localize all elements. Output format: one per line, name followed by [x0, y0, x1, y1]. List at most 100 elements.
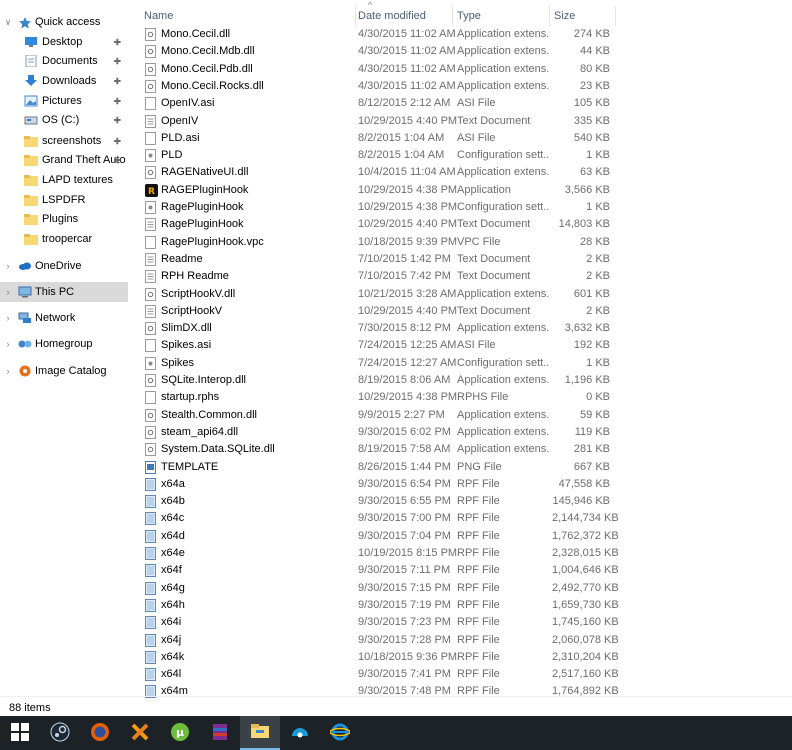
- pin-icon[interactable]: ✖: [110, 134, 123, 147]
- file-date-modified: 9/30/2015 7:41 PM: [358, 668, 451, 681]
- file-row[interactable]: x64c 9/30/2015 7:00 PM RPF File 2,144,734 K…: [128, 510, 792, 527]
- file-row[interactable]: x64f 9/30/2015 7:11 PM RPF File 1,004,646 K…: [128, 562, 792, 579]
- file-row[interactable]: System.Data.SQLite.dll 8/19/2015 7:58 AM A…: [128, 441, 792, 458]
- file-row[interactable]: SQLite.Interop.dll 8/19/2015 8:06 AM Appli…: [128, 372, 792, 389]
- file-row[interactable]: x64g 9/30/2015 7:15 PM RPF File 2,492,770 K…: [128, 580, 792, 597]
- pin-icon[interactable]: ✖: [110, 113, 123, 126]
- file-row[interactable]: PLD 8/2/2015 1:04 AM Configuration sett...…: [128, 147, 792, 164]
- nav-item-desktop[interactable]: Desktop ✖: [0, 32, 128, 52]
- taskbar-utorrent-button[interactable]: µ: [160, 716, 200, 750]
- file-size: 47,558 KB: [558, 477, 610, 490]
- pin-icon[interactable]: ✖: [110, 35, 123, 48]
- taskbar-x-app-button[interactable]: [120, 716, 160, 750]
- nav-item-lspdfr[interactable]: LSPDFR: [0, 190, 128, 210]
- column-name-header[interactable]: Name: [140, 6, 356, 26]
- file-date-modified: 9/9/2015 2:27 PM: [358, 408, 445, 421]
- file-row[interactable]: SlimDX.dll 7/30/2015 8:12 PM Application e…: [128, 320, 792, 337]
- column-type-header[interactable]: Type: [453, 6, 550, 26]
- file-size: 3,632 KB: [564, 322, 610, 335]
- drive-icon: [24, 114, 38, 126]
- file-row[interactable]: Mono.Cecil.Mdb.dll 4/30/2015 11:02 AM Appl…: [128, 43, 792, 60]
- taskbar-steam-button[interactable]: [40, 716, 80, 750]
- file-row[interactable]: Spikes.asi 7/24/2015 12:25 AM ASI File 192 …: [128, 337, 792, 354]
- file-row[interactable]: RPH Readme 7/10/2015 7:42 PM Text Document…: [128, 268, 792, 285]
- nav-item-homegroup[interactable]: › Homegroup: [0, 334, 128, 354]
- nav-item-downloads[interactable]: Downloads ✖: [0, 71, 128, 91]
- column-date-header[interactable]: Date modified: [354, 6, 453, 26]
- taskbar-winrar-button[interactable]: [200, 716, 240, 750]
- nav-item-this-pc[interactable]: › This PC: [0, 282, 128, 302]
- nav-item-documents[interactable]: Documents ✖: [0, 51, 128, 71]
- navigation-pane[interactable]: ∨ Quick access Desktop ✖ Documents ✖ Downloads…: [0, 0, 128, 695]
- nav-item-pictures[interactable]: Pictures ✖: [0, 91, 128, 111]
- file-row[interactable]: RagePluginHook.vpc 10/18/2015 9:39 PM VPC …: [128, 234, 792, 251]
- chevron-right-icon[interactable]: ›: [3, 287, 13, 297]
- file-row[interactable]: PLD.asi 8/2/2015 1:04 AM ASI File 540 KB: [128, 130, 792, 147]
- taskbar-file-explorer-button[interactable]: [240, 716, 280, 750]
- file-row[interactable]: x64d 9/30/2015 7:04 PM RPF File 1,762,372 K…: [128, 528, 792, 545]
- file-row[interactable]: Mono.Cecil.Pdb.dll 4/30/2015 11:02 AM Appl…: [128, 61, 792, 78]
- chevron-right-icon[interactable]: ›: [3, 261, 13, 271]
- taskbar-openiv-button[interactable]: [280, 716, 320, 750]
- chevron-right-icon[interactable]: ›: [3, 313, 13, 323]
- file-row[interactable]: TEMPLATE 8/26/2015 1:44 PM PNG File 667 KB: [128, 459, 792, 476]
- file-row[interactable]: Readme 7/10/2015 1:42 PM Text Document 2 KB: [128, 251, 792, 268]
- nav-item-screenshots[interactable]: screenshots ✖: [0, 131, 128, 151]
- file-date-modified: 8/12/2015 2:12 AM: [358, 97, 451, 110]
- file-row[interactable]: x64a 9/30/2015 6:54 PM RPF File 47,558 KB: [128, 476, 792, 493]
- file-date-modified: 7/10/2015 7:42 PM: [358, 270, 451, 283]
- file-row[interactable]: Mono.Cecil.Rocks.dll 4/30/2015 11:02 AM Ap…: [128, 78, 792, 95]
- svg-text:R: R: [148, 187, 155, 197]
- file-row[interactable]: x64j 9/30/2015 7:28 PM RPF File 2,060,078 K…: [128, 632, 792, 649]
- file-row[interactable]: Spikes 7/24/2015 12:27 AM Configuration se…: [128, 355, 792, 372]
- taskbar: µ: [0, 716, 792, 750]
- file-row[interactable]: x64l 9/30/2015 7:41 PM RPF File 2,517,160 K…: [128, 666, 792, 683]
- dll-icon: [145, 374, 156, 387]
- file-row[interactable]: Mono.Cecil.dll 4/30/2015 11:02 AM Applicat…: [128, 26, 792, 43]
- file-date-modified: 10/18/2015 9:36 PM: [358, 650, 458, 663]
- file-row[interactable]: x64i 9/30/2015 7:23 PM RPF File 1,745,160 K…: [128, 614, 792, 631]
- nav-item-lapd-textures[interactable]: LAPD textures: [0, 170, 128, 190]
- chevron-down-icon[interactable]: ∨: [3, 17, 13, 28]
- file-row[interactable]: OpenIV.asi 8/12/2015 2:12 AM ASI File 105 K…: [128, 95, 792, 112]
- file-type: ASI File: [457, 131, 496, 144]
- file-row[interactable]: x64h 9/30/2015 7:19 PM RPF File 1,659,730 K…: [128, 597, 792, 614]
- nav-item-image-catalog[interactable]: › Image Catalog: [0, 361, 128, 381]
- column-size-header[interactable]: Size: [550, 6, 616, 26]
- file-type: RPF File: [457, 495, 500, 508]
- file-date-modified: 9/30/2015 7:15 PM: [358, 581, 451, 594]
- file-row[interactable]: ScriptHookV.dll 10/21/2015 3:28 AM Applica…: [128, 286, 792, 303]
- nav-item-onedrive[interactable]: › OneDrive: [0, 256, 128, 276]
- file-row[interactable]: R RAGEPluginHook 10/29/2015 4:38 PM Applica…: [128, 182, 792, 199]
- nav-item-troopercar[interactable]: troopercar: [0, 229, 128, 249]
- file-name: TEMPLATE: [161, 460, 219, 473]
- nav-item-plugins[interactable]: Plugins: [0, 209, 128, 229]
- file-row[interactable]: x64e 10/19/2015 8:15 PM RPF File 2,328,015 …: [128, 545, 792, 562]
- taskbar-windows-start-button[interactable]: [0, 716, 40, 750]
- pin-icon[interactable]: ✖: [110, 74, 123, 87]
- pin-icon[interactable]: ✖: [110, 54, 123, 67]
- chevron-right-icon[interactable]: ›: [3, 366, 13, 376]
- file-row[interactable]: OpenIV 10/29/2015 4:40 PM Text Document 335…: [128, 113, 792, 130]
- file-row[interactable]: x64b 9/30/2015 6:55 PM RPF File 145,946 KB: [128, 493, 792, 510]
- file-list[interactable]: Mono.Cecil.dll 4/30/2015 11:02 AM Applicat…: [128, 26, 792, 699]
- taskbar-internet-explorer-button[interactable]: [320, 716, 360, 750]
- nav-item-grand-theft-auto[interactable]: Grand Theft Auto ✖: [0, 150, 128, 170]
- file-row[interactable]: steam_api64.dll 9/30/2015 6:02 PM Applicat…: [128, 424, 792, 441]
- file-row[interactable]: ScriptHookV 10/29/2015 4:40 PM Text Docume…: [128, 303, 792, 320]
- file-date-modified: 10/29/2015 4:40 PM: [358, 304, 458, 317]
- file-row[interactable]: Stealth.Common.dll 9/9/2015 2:27 PM Applic…: [128, 407, 792, 424]
- chevron-right-icon[interactable]: ›: [3, 339, 13, 349]
- file-row[interactable]: startup.rphs 10/29/2015 4:38 PM RPHS File 0…: [128, 389, 792, 406]
- file-row[interactable]: RAGENativeUI.dll 10/4/2015 11:04 AM Applic…: [128, 164, 792, 181]
- nav-item-network[interactable]: › Network: [0, 308, 128, 328]
- taskbar-firefox-button[interactable]: [80, 716, 120, 750]
- file-row[interactable]: x64k 10/18/2015 9:36 PM RPF File 2,310,204 …: [128, 649, 792, 666]
- file-name: Spikes.asi: [161, 339, 212, 352]
- file-row[interactable]: RagePluginHook 10/29/2015 4:40 PM Text Doc…: [128, 216, 792, 233]
- nav-item-os-c[interactable]: OS (C:) ✖: [0, 110, 128, 130]
- file-row[interactable]: RagePluginHook 10/29/2015 4:38 PM Configur…: [128, 199, 792, 216]
- folder-icon: [24, 233, 38, 245]
- pin-icon[interactable]: ✖: [110, 94, 123, 107]
- nav-item-quick-access[interactable]: ∨ Quick access: [0, 12, 128, 32]
